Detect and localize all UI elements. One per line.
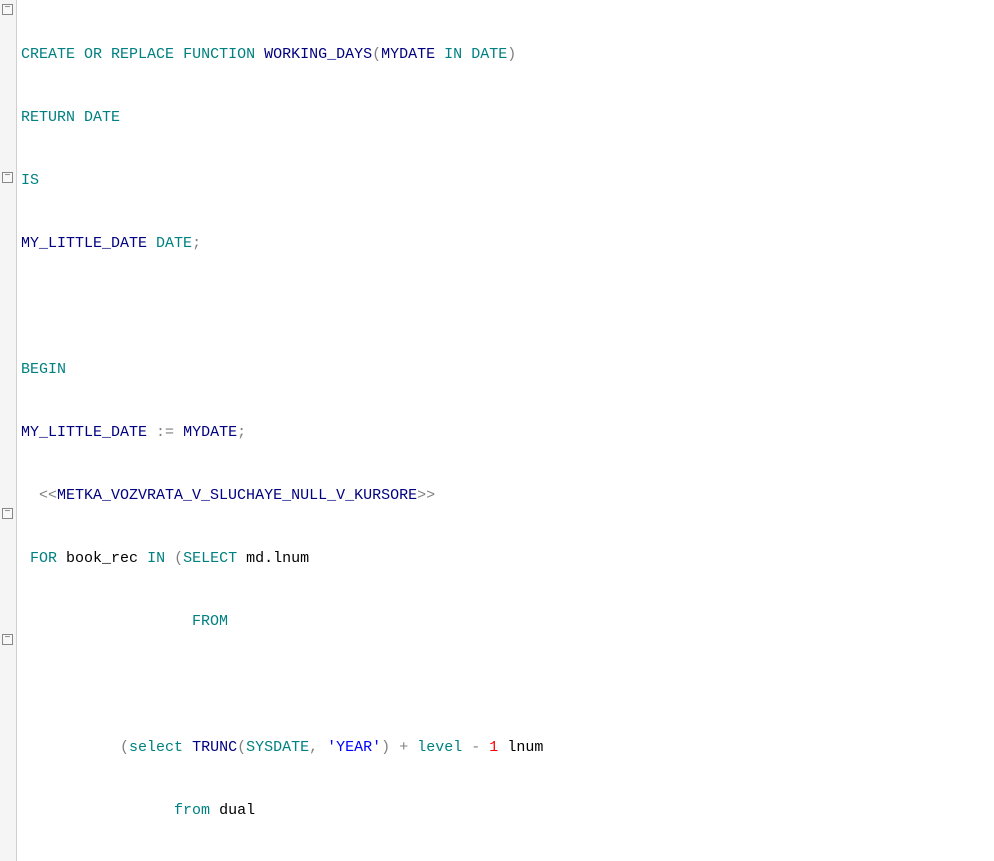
- code-line[interactable]: <<METKA_VOZVRATA_V_SLUCHAYE_NULL_V_KURSO…: [21, 485, 994, 506]
- fold-marker-icon[interactable]: [2, 508, 13, 519]
- code-line[interactable]: (select TRUNC(SYSDATE, 'YEAR') + level -…: [21, 737, 994, 758]
- fold-gutter: [0, 0, 17, 861]
- code-line[interactable]: RETURN DATE: [21, 107, 994, 128]
- code-line[interactable]: MY_LITTLE_DATE := MYDATE;: [21, 422, 994, 443]
- code-line[interactable]: MY_LITTLE_DATE DATE;: [21, 233, 994, 254]
- code-line[interactable]: FOR book_rec IN (SELECT md.lnum: [21, 548, 994, 569]
- code-area[interactable]: CREATE OR REPLACE FUNCTION WORKING_DAYS(…: [17, 0, 994, 861]
- code-line[interactable]: [21, 674, 994, 695]
- code-line[interactable]: BEGIN: [21, 359, 994, 380]
- code-line[interactable]: CREATE OR REPLACE FUNCTION WORKING_DAYS(…: [21, 44, 994, 65]
- fold-marker-icon[interactable]: [2, 172, 13, 183]
- fold-marker-icon[interactable]: [2, 4, 13, 15]
- code-line[interactable]: from dual: [21, 800, 994, 821]
- fold-marker-icon[interactable]: [2, 634, 13, 645]
- code-line[interactable]: FROM: [21, 611, 994, 632]
- code-editor[interactable]: CREATE OR REPLACE FUNCTION WORKING_DAYS(…: [0, 0, 994, 861]
- code-line[interactable]: IS: [21, 170, 994, 191]
- code-line[interactable]: [21, 296, 994, 317]
